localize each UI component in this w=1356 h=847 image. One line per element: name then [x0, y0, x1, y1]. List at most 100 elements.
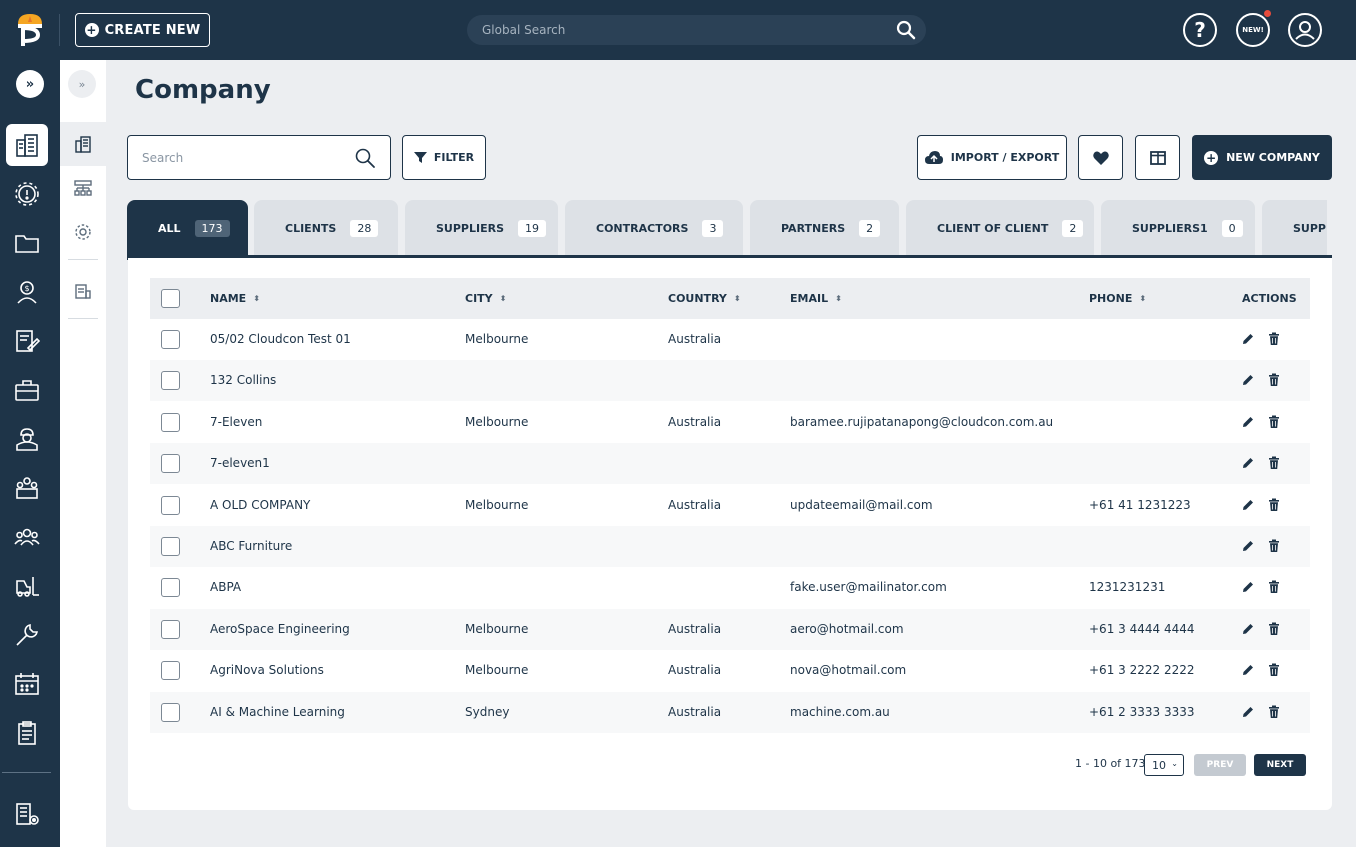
rail-item-teams[interactable] — [6, 467, 48, 509]
column-header-country[interactable]: COUNTRY ⬍ — [668, 292, 741, 305]
edit-icon[interactable] — [1241, 622, 1255, 636]
delete-icon[interactable] — [1267, 373, 1281, 387]
edit-icon[interactable] — [1241, 580, 1255, 594]
app-logo[interactable] — [14, 12, 46, 48]
search-icon[interactable] — [354, 147, 376, 169]
company-search-input[interactable] — [142, 148, 342, 168]
row-checkbox[interactable] — [161, 537, 180, 556]
help-icon[interactable]: ? — [1183, 13, 1217, 47]
delete-icon[interactable] — [1267, 705, 1281, 719]
cell-name[interactable]: AeroSpace Engineering — [210, 622, 350, 636]
edit-icon[interactable] — [1241, 332, 1255, 346]
delete-icon[interactable] — [1267, 663, 1281, 677]
row-checkbox[interactable] — [161, 413, 180, 432]
table-row[interactable]: 132 Collins — [150, 360, 1310, 401]
rail-item-admin[interactable] — [6, 793, 48, 835]
subnav-item-companies[interactable] — [60, 122, 106, 166]
rail-item-groups[interactable] — [6, 516, 48, 558]
edit-icon[interactable] — [1241, 373, 1255, 387]
columns-button[interactable] — [1135, 135, 1180, 180]
user-profile-icon[interactable] — [1288, 13, 1322, 47]
create-new-button[interactable]: + CREATE NEW — [75, 13, 210, 47]
prev-page-button[interactable]: PREV — [1194, 754, 1246, 776]
edit-icon[interactable] — [1241, 415, 1255, 429]
delete-icon[interactable] — [1267, 580, 1281, 594]
rail-item-equipment[interactable] — [6, 565, 48, 607]
table-row[interactable]: A OLD COMPANY Melbourne Australia updateema… — [150, 485, 1310, 526]
tab-client-of-client[interactable]: CLIENT OF CLIENT 2 — [906, 200, 1094, 256]
delete-icon[interactable] — [1267, 415, 1281, 429]
table-row[interactable]: 7-eleven1 — [150, 443, 1310, 484]
row-checkbox[interactable] — [161, 661, 180, 680]
filter-button[interactable]: FILTER — [402, 135, 486, 180]
edit-icon[interactable] — [1241, 705, 1255, 719]
rail-item-documents[interactable] — [6, 222, 48, 264]
tab-suppliers2[interactable]: SUPPLIERS2 — [1262, 200, 1327, 256]
delete-icon[interactable] — [1267, 456, 1281, 470]
table-row[interactable]: AgriNova Solutions Melbourne Australia nova… — [150, 650, 1310, 691]
cell-name[interactable]: AI & Machine Learning — [210, 705, 345, 719]
row-checkbox[interactable] — [161, 496, 180, 515]
row-checkbox[interactable] — [161, 703, 180, 722]
cell-name[interactable]: A OLD COMPANY — [210, 498, 310, 512]
row-checkbox[interactable] — [161, 330, 180, 349]
tab-suppliers[interactable]: SUPPLIERS 19 — [405, 200, 558, 256]
rail-item-tasks[interactable] — [6, 712, 48, 754]
import-export-button[interactable]: IMPORT / EXPORT — [917, 135, 1067, 180]
page-size-select[interactable]: 10 ⌄ — [1144, 754, 1184, 776]
subnav-item-reports[interactable] — [60, 269, 106, 313]
rail-item-jobs[interactable] — [6, 369, 48, 411]
table-row[interactable]: 7-Eleven Melbourne Australia baramee.rujipa… — [150, 402, 1310, 443]
search-icon[interactable] — [896, 20, 916, 40]
delete-icon[interactable] — [1267, 498, 1281, 512]
table-row[interactable]: ABPA fake.user@mailinator.com 1231231231 — [150, 567, 1310, 608]
delete-icon[interactable] — [1267, 539, 1281, 553]
tab-contractors[interactable]: CONTRACTORS 3 — [565, 200, 743, 256]
row-checkbox[interactable] — [161, 578, 180, 597]
cell-name[interactable]: 132 Collins — [210, 373, 276, 387]
select-all-checkbox[interactable] — [161, 289, 180, 308]
favourites-button[interactable] — [1078, 135, 1123, 180]
rail-item-workers[interactable] — [6, 418, 48, 460]
edit-icon[interactable] — [1241, 456, 1255, 470]
subnav-item-settings[interactable] — [60, 210, 106, 254]
subnav-item-structure[interactable] — [60, 166, 106, 210]
tab-suppliers1[interactable]: SUPPLIERS1 0 — [1101, 200, 1255, 256]
column-header-city[interactable]: CITY ⬍ — [465, 292, 506, 305]
edit-icon[interactable] — [1241, 539, 1255, 553]
whats-new-icon[interactable]: NEW! — [1236, 10, 1271, 47]
company-search-field[interactable] — [127, 135, 391, 180]
delete-icon[interactable] — [1267, 332, 1281, 346]
rail-item-finance[interactable]: $ — [6, 271, 48, 313]
next-page-button[interactable]: NEXT — [1254, 754, 1306, 776]
table-row[interactable]: ABC Furniture — [150, 526, 1310, 567]
tab-partners[interactable]: PARTNERS 2 — [750, 200, 899, 256]
cell-name[interactable]: 7-Eleven — [210, 415, 262, 429]
rail-item-calendar[interactable] — [6, 663, 48, 705]
edit-icon[interactable] — [1241, 498, 1255, 512]
expand-subnav-icon[interactable]: » — [68, 70, 96, 98]
column-header-name[interactable]: NAME ⬍ — [210, 292, 260, 305]
rail-item-incidents[interactable] — [6, 173, 48, 215]
cell-name[interactable]: ABPA — [210, 580, 241, 594]
table-row[interactable]: AeroSpace Engineering Melbourne Australia a… — [150, 609, 1310, 650]
cell-name[interactable]: 05/02 Cloudcon Test 01 — [210, 332, 351, 346]
cell-name[interactable]: ABC Furniture — [210, 539, 292, 553]
column-header-email[interactable]: EMAIL ⬍ — [790, 292, 842, 305]
delete-icon[interactable] — [1267, 622, 1281, 636]
table-row[interactable]: 05/02 Cloudcon Test 01 Melbourne Australia — [150, 319, 1310, 360]
table-row[interactable]: AI & Machine Learning Sydney Australia mach… — [150, 692, 1310, 733]
rail-item-maintenance[interactable] — [6, 614, 48, 656]
row-checkbox[interactable] — [161, 454, 180, 473]
cell-name[interactable]: AgriNova Solutions — [210, 663, 324, 677]
row-checkbox[interactable] — [161, 620, 180, 639]
rail-item-contracts[interactable] — [6, 320, 48, 362]
rail-item-company[interactable] — [6, 124, 48, 166]
expand-sidebar-icon[interactable]: » — [16, 70, 44, 98]
cell-name[interactable]: 7-eleven1 — [210, 456, 270, 470]
global-search-input[interactable]: Global Search — [467, 15, 926, 45]
row-checkbox[interactable] — [161, 371, 180, 390]
column-header-phone[interactable]: PHONE ⬍ — [1089, 292, 1146, 305]
new-company-button[interactable]: + NEW COMPANY — [1192, 135, 1332, 180]
tab-all[interactable]: ALL 173 — [127, 200, 248, 256]
